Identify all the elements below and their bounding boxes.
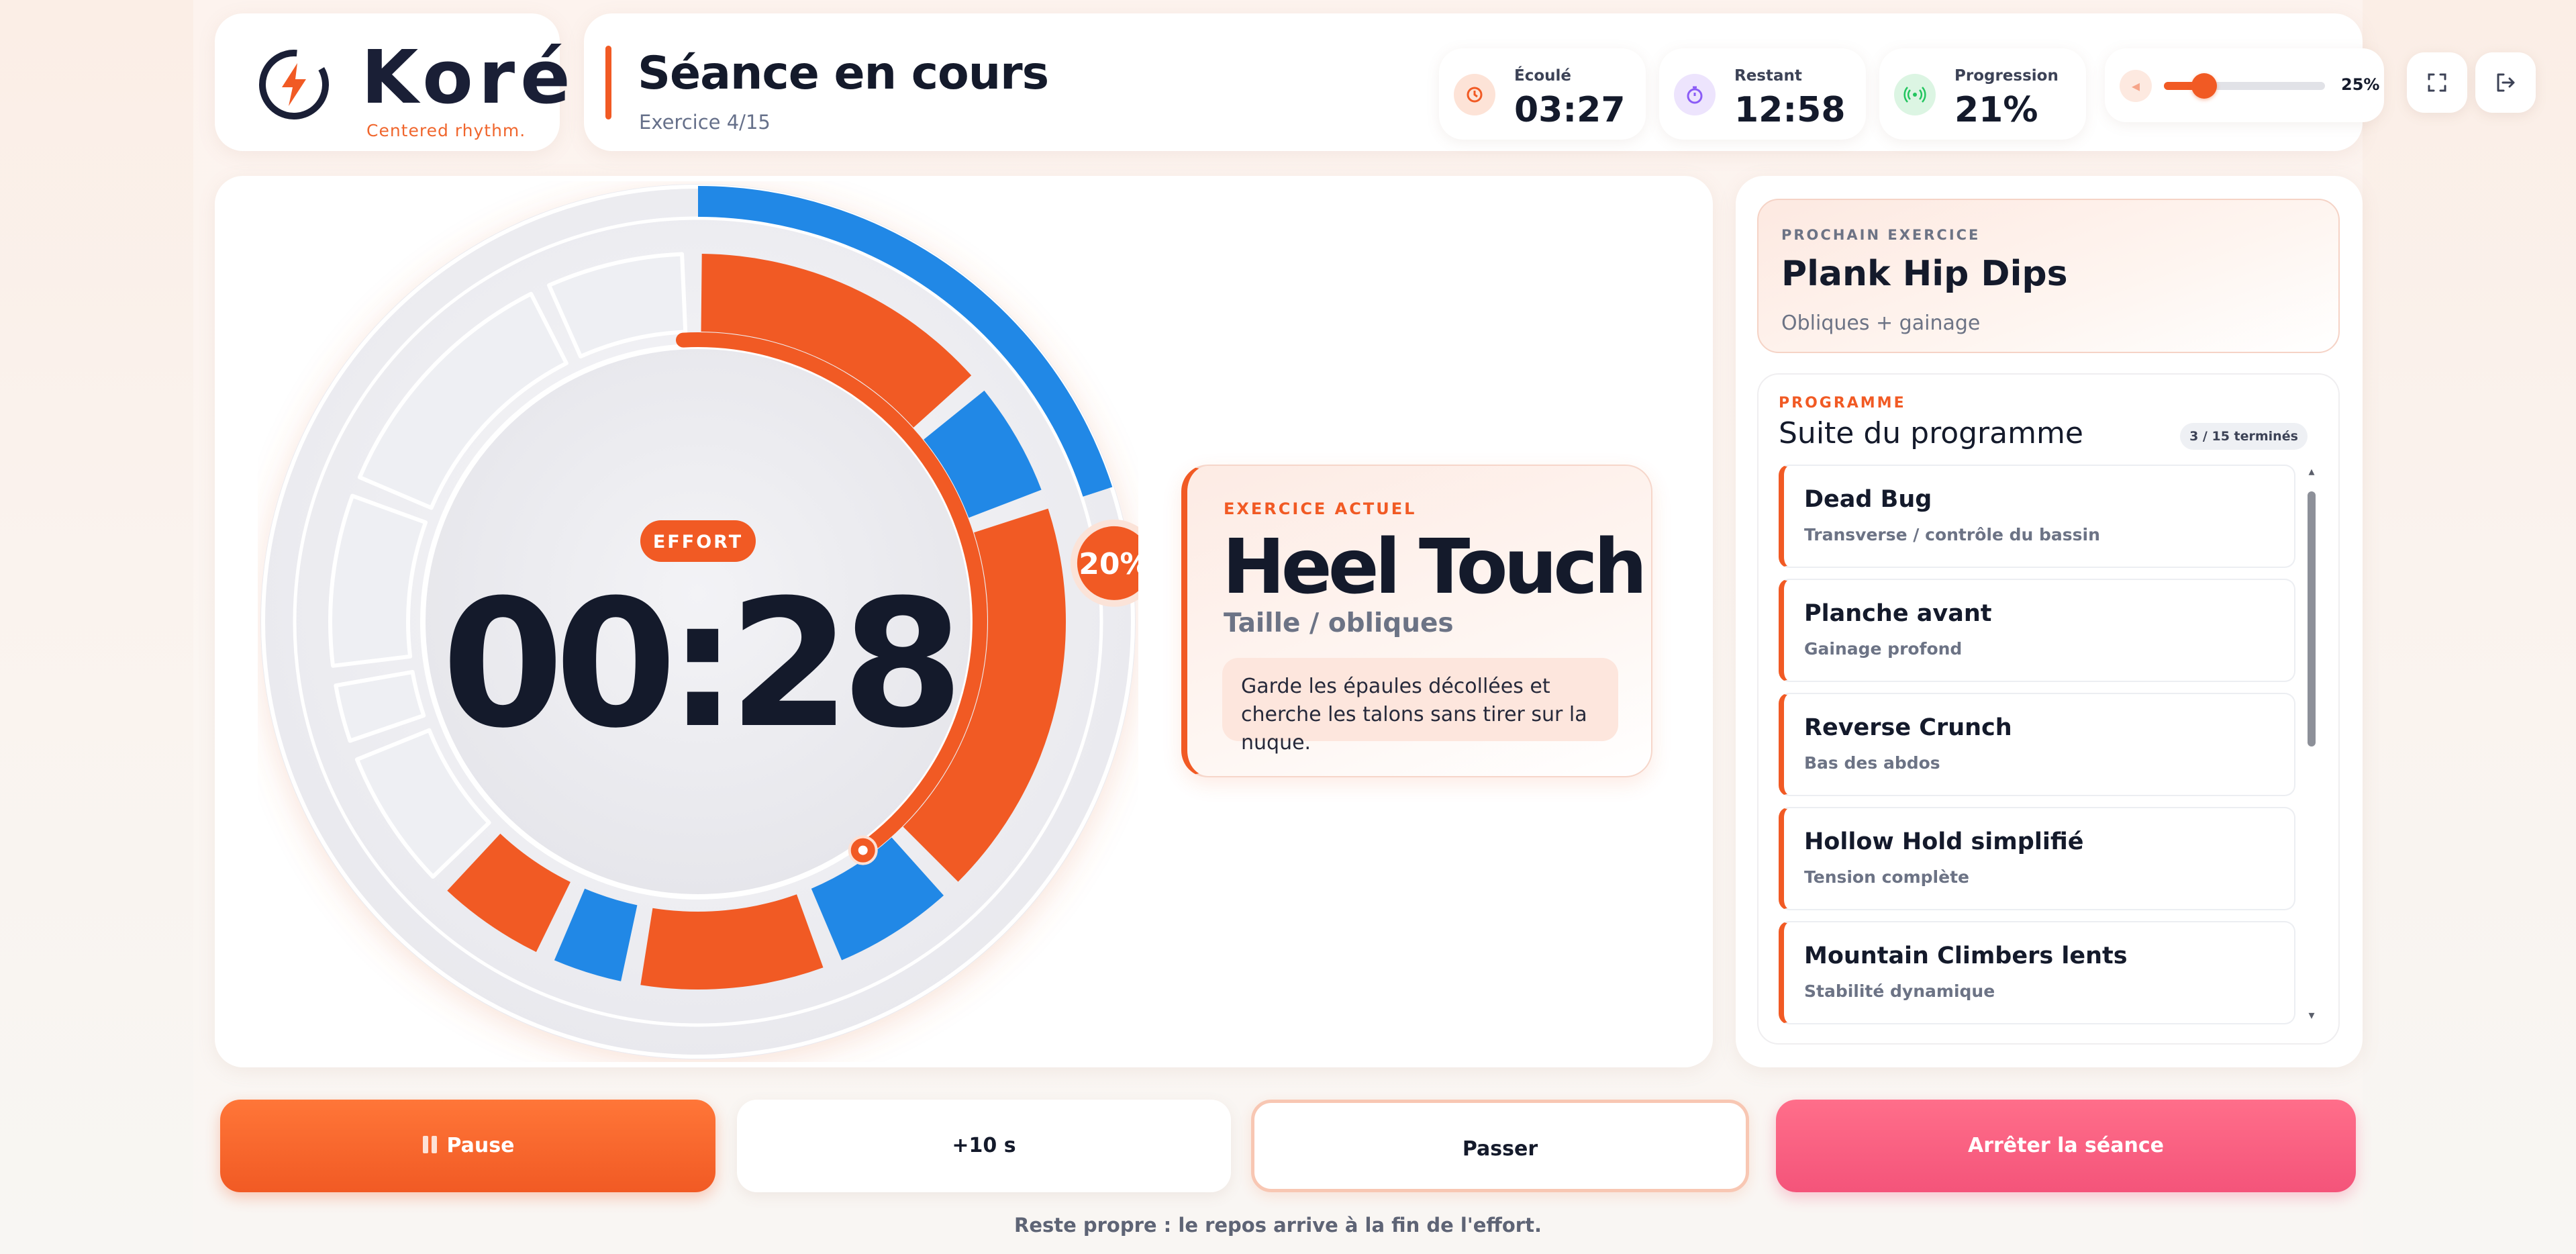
item-desc: Bas des abdos — [1804, 753, 1940, 773]
stop-session-button[interactable]: Arrêter la séance — [1776, 1100, 2356, 1192]
next-label: PROCHAIN EXERCICE — [1781, 227, 1981, 243]
next-exercise-card: PROCHAIN EXERCICE Plank Hip Dips Oblique… — [1757, 199, 2340, 353]
skip-button[interactable]: Passer — [1251, 1100, 1749, 1192]
current-exercise-target: Taille / obliques — [1224, 608, 1454, 638]
clock-icon — [1454, 74, 1495, 115]
logo-bolt-icon — [259, 50, 329, 119]
pause-label: Pause — [446, 1134, 515, 1157]
list-item[interactable]: Dead Bug Transverse / contrôle du bassin — [1779, 465, 2295, 568]
stat-label: Écoulé — [1514, 67, 1572, 85]
session-header: Séance en cours Exercice 4/15 Écoulé 03:… — [584, 13, 2536, 151]
brand-card: Koré Centered rhythm. — [215, 13, 571, 151]
list-scrollbar[interactable]: ▴ ▾ — [2305, 465, 2318, 1022]
timer-panel: EFFORT 00:28 20% EXERCICE ACTUEL Heel To… — [215, 176, 1713, 1067]
brand-name: Koré — [361, 34, 576, 120]
scroll-up-icon[interactable]: ▴ — [2305, 465, 2318, 479]
fullscreen-icon — [2428, 73, 2446, 92]
item-name: Hollow Hold simplifié — [1804, 828, 2084, 855]
completed-badge: 3 / 15 terminés — [2180, 423, 2308, 450]
next-exercise-name: Plank Hip Dips — [1781, 254, 2068, 294]
progress-badge: 20% — [1070, 519, 1138, 607]
exercise-counter: Exercice 4/15 — [639, 111, 771, 134]
countdown-time: 00:28 — [442, 562, 954, 767]
fullscreen-button[interactable] — [2407, 52, 2467, 113]
phase-knob-dot — [858, 845, 868, 855]
stopwatch-icon — [1674, 74, 1716, 115]
program-title: Suite du programme — [1779, 416, 2083, 450]
signal-icon — [1894, 74, 1936, 115]
exit-button[interactable] — [2475, 52, 2536, 113]
effort-badge: EFFORT — [640, 520, 756, 562]
volume-knob[interactable] — [2191, 73, 2217, 99]
volume-slider[interactable] — [2164, 73, 2325, 99]
item-desc: Stabilité dynamique — [1804, 981, 1995, 1001]
volume-percent: 25% — [2341, 75, 2380, 94]
scroll-down-icon[interactable]: ▾ — [2305, 1008, 2318, 1022]
stat-remaining: Restant 12:58 — [1659, 48, 1866, 140]
add-time-label: +10 s — [952, 1134, 1016, 1157]
skip-label: Passer — [1462, 1137, 1538, 1161]
stat-value: 03:27 — [1514, 90, 1626, 130]
item-desc: Gainage profond — [1804, 639, 1963, 659]
stat-value: 12:58 — [1734, 90, 1846, 130]
stat-value: 21% — [1954, 90, 2038, 130]
item-desc: Tension complète — [1804, 867, 1969, 887]
program-list[interactable]: Dead Bug Transverse / contrôle du bassin… — [1779, 465, 2295, 1028]
exercise-tip: Garde les épaules décollées et cherche l… — [1222, 658, 1618, 755]
item-desc: Transverse / contrôle du bassin — [1804, 525, 2100, 544]
stat-elapsed: Écoulé 03:27 — [1439, 48, 1646, 140]
exercise-tip-text: Garde les épaules décollées et cherche l… — [1241, 675, 1587, 755]
item-name: Mountain Climbers lents — [1804, 943, 2128, 969]
brand-tagline: Centered rhythm. — [366, 121, 526, 140]
program-panel: PROGRAMME Suite du programme 3 / 15 term… — [1757, 373, 2340, 1045]
phase-label: EFFORT — [653, 532, 743, 552]
sidebar: PROCHAIN EXERCICE Plank Hip Dips Oblique… — [1736, 176, 2363, 1067]
pause-button[interactable]: Pause — [220, 1100, 715, 1192]
current-exercise-name: Heel Touch — [1222, 524, 1647, 611]
next-exercise-target: Obliques + gainage — [1781, 311, 1981, 335]
pause-icon — [422, 1135, 437, 1153]
footer-hint: Reste propre : le repos arrive à la fin … — [1013, 1214, 1542, 1237]
list-item[interactable]: Reverse Crunch Bas des abdos — [1779, 693, 2295, 796]
stat-progress: Progression 21% — [1879, 48, 2086, 140]
accent-bar — [605, 46, 611, 119]
progress-percent: 20% — [1079, 547, 1138, 581]
add-time-button[interactable]: +10 s — [737, 1100, 1231, 1192]
stat-label: Progression — [1954, 67, 2059, 85]
timer-ring: EFFORT 00:28 20% — [260, 184, 1138, 1059]
item-name: Planche avant — [1804, 600, 1992, 627]
app-root: Koré Centered rhythm. Séance en cours Ex… — [193, 0, 2536, 1254]
list-item[interactable]: Mountain Climbers lents Stabilité dynami… — [1779, 921, 2295, 1024]
item-name: Dead Bug — [1804, 486, 1932, 513]
page-title: Séance en cours — [638, 47, 1049, 100]
scrollbar-thumb[interactable] — [2308, 491, 2316, 746]
current-label: EXERCICE ACTUEL — [1224, 499, 1417, 518]
program-label: PROGRAMME — [1779, 395, 1906, 412]
volume-control[interactable]: ◂ 25% — [2105, 48, 2384, 122]
list-item[interactable]: Hollow Hold simplifié Tension complète — [1779, 807, 2295, 910]
stat-label: Restant — [1734, 67, 1802, 85]
stop-label: Arrêter la séance — [1968, 1134, 2164, 1157]
exit-icon — [2497, 73, 2515, 92]
list-item[interactable]: Planche avant Gainage profond — [1779, 579, 2295, 682]
current-exercise-card: EXERCICE ACTUEL Heel Touch Taille / obli… — [1181, 465, 1652, 777]
item-name: Reverse Crunch — [1804, 714, 2012, 741]
speaker-icon[interactable]: ◂ — [2120, 70, 2152, 102]
